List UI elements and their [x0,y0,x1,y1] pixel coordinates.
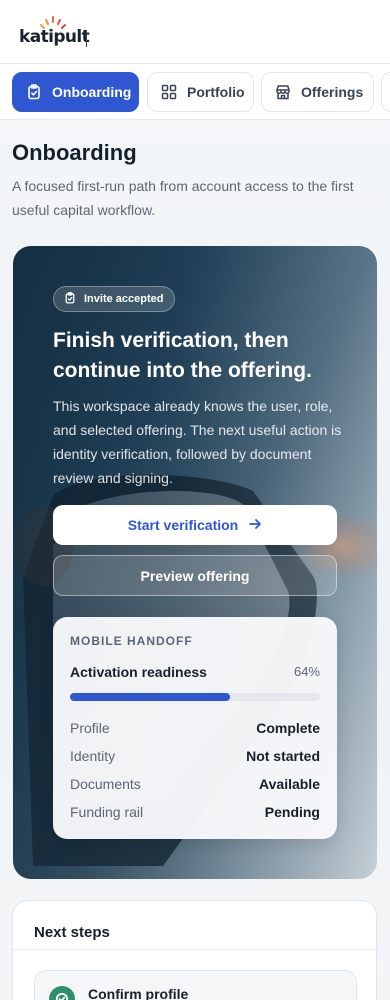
mobile-handoff-panel: MOBILE HANDOFF Activation readiness 64% … [53,617,337,839]
logo-wordmark: katipult [19,27,90,47]
divider [13,949,378,950]
readiness-percent: 64% [293,664,320,679]
invite-status-badge: Invite accepted [53,286,176,312]
arrow-right-icon [248,517,262,534]
tab-label: Onboarding [52,84,132,100]
text-caret [86,30,87,47]
status-key: Identity [70,748,116,764]
verification-hero-card: Invite accepted Finish verification, the… [13,246,377,879]
status-value: Available [259,776,320,792]
hero-description: This workspace already knows the user, r… [53,398,342,486]
button-label: Preview offering [140,567,250,584]
handoff-kicker: MOBILE HANDOFF [70,634,193,648]
store-icon [275,84,291,100]
status-key: Profile [70,720,110,736]
status-row-documents: Documents Available [70,776,320,796]
clipboard-check-icon [64,291,76,307]
status-value: Pending [264,804,320,820]
badge-label: Invite accepted [84,293,164,305]
clipboard-icon [26,84,42,100]
status-row-profile: Profile Complete [70,720,320,740]
status-value: Complete [256,720,320,736]
katipult-logo[interactable]: katipult [19,15,99,51]
status-key: Funding rail [70,804,144,820]
grid-icon [161,84,177,100]
app-header: katipult [0,0,390,64]
tab-label: Offerings [301,84,364,100]
preview-offering-button[interactable]: Preview offering [53,555,337,596]
hero-title: Finish verification, then continue into … [53,329,312,382]
status-key: Documents [70,776,141,792]
page-title: Onboarding [12,140,137,165]
readiness-progress-fill [70,693,230,701]
readiness-label: Activation readiness [70,664,207,680]
status-value: Not started [246,748,320,764]
tab-offerings[interactable]: Offerings [261,72,374,112]
tab-onboarding[interactable]: Onboarding [12,72,139,112]
status-row-identity: Identity Not started [70,748,320,768]
check-circle-icon [49,986,75,1000]
next-steps-title: Next steps [34,924,110,941]
step-label: Confirm profile [88,986,189,1000]
next-steps-card: Next steps Confirm profile [12,900,378,1000]
page-subtitle: A focused first-run path from account ac… [12,178,354,218]
tab-label: Portfolio [187,84,245,100]
tab-bar: Onboarding Portfolio Offerings [0,64,390,120]
tab-portfolio[interactable]: Portfolio [147,72,254,112]
readiness-progress-bar [70,693,320,701]
start-verification-button[interactable]: Start verification [53,505,337,545]
status-row-funding-rail: Funding rail Pending [70,804,320,824]
tab-more[interactable] [381,72,390,112]
button-label: Start verification [127,517,239,533]
step-confirm-profile[interactable]: Confirm profile [34,970,357,1000]
